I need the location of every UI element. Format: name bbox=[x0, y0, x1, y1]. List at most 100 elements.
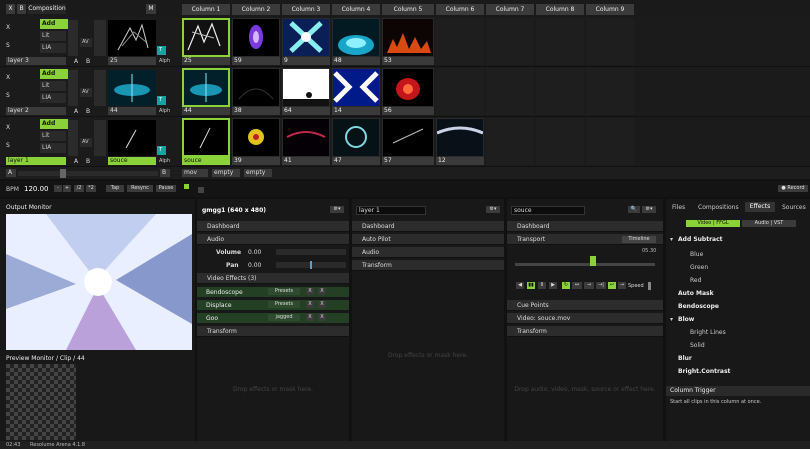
effect-remove-button[interactable]: X bbox=[318, 288, 326, 295]
clip-drop-zone[interactable]: Drop audio, video, mask, source or effec… bbox=[507, 386, 663, 393]
clip-l2-c4[interactable] bbox=[332, 68, 380, 107]
clip-l1-c6[interactable] bbox=[436, 118, 484, 157]
deck-tab-3[interactable]: empty bbox=[244, 169, 272, 177]
layer3-a-button[interactable]: A bbox=[74, 58, 78, 65]
layer2-lia-button[interactable]: LIA bbox=[40, 93, 66, 103]
clip-timeline-bar[interactable] bbox=[515, 263, 655, 266]
transport-mode-select[interactable]: Timeline bbox=[622, 236, 656, 243]
play-backward-button[interactable]: ◀ bbox=[516, 282, 524, 289]
play-once-hold-button[interactable]: →| bbox=[596, 282, 606, 289]
clip-l2-c3[interactable] bbox=[282, 68, 330, 107]
bounce-button[interactable]: ↔ bbox=[572, 282, 582, 289]
layer-x-button[interactable]: X bbox=[6, 74, 10, 81]
layer1-t-button[interactable]: T bbox=[157, 146, 166, 155]
volume-slider[interactable] bbox=[276, 249, 346, 255]
pause-clip-button[interactable]: ▮▮ bbox=[527, 282, 535, 289]
effect-remove-button[interactable]: X bbox=[318, 314, 326, 321]
crossfader-a[interactable]: A bbox=[6, 169, 16, 177]
layer-drop-zone[interactable]: Drop effects or mask here. bbox=[352, 352, 504, 359]
empty-cell[interactable] bbox=[486, 68, 534, 115]
layer1-lia-button[interactable]: LIA bbox=[40, 143, 66, 153]
effect-bypass-button[interactable]: X bbox=[306, 288, 314, 295]
direction-button[interactable]: ↩ bbox=[608, 282, 616, 289]
layer-audio-section[interactable]: Audio bbox=[352, 247, 504, 258]
layer-x-button[interactable]: X bbox=[6, 124, 10, 131]
layer2-t-button[interactable]: T bbox=[157, 96, 166, 105]
tab-files[interactable]: Files bbox=[672, 204, 685, 211]
effect-preset-select[interactable]: jagged bbox=[268, 314, 300, 321]
crossfader[interactable] bbox=[18, 171, 158, 176]
layer2-a-button[interactable]: A bbox=[74, 108, 78, 115]
empty-cell[interactable] bbox=[536, 18, 584, 65]
empty-cell[interactable] bbox=[486, 118, 534, 165]
crossfader-handle[interactable] bbox=[60, 169, 66, 178]
effect-item-auto-mask[interactable]: Auto Mask bbox=[678, 290, 714, 297]
effects-video-tab[interactable]: Video | FFGL bbox=[686, 220, 740, 227]
effect-item-bright-lines[interactable]: Bright Lines bbox=[690, 329, 726, 336]
layer2-opacity-fader[interactable] bbox=[68, 70, 78, 106]
effect-group-blow[interactable]: Blow bbox=[678, 316, 694, 323]
layer-s-button[interactable]: S bbox=[6, 142, 10, 149]
effect-bypass-button[interactable]: X bbox=[306, 314, 314, 321]
effects-audio-tab[interactable]: Audio | VST bbox=[742, 220, 796, 227]
deck-tab-1[interactable]: mov bbox=[182, 169, 208, 177]
empty-cell[interactable] bbox=[536, 118, 584, 165]
layer1-blend-select[interactable]: Add bbox=[40, 119, 68, 129]
comp-dashboard-section[interactable]: Dashboard bbox=[197, 221, 349, 232]
layer2-lit-button[interactable]: Lit bbox=[40, 81, 66, 91]
layer2-blend-select[interactable]: Add bbox=[40, 69, 68, 79]
comp-transform-section[interactable]: Transform bbox=[197, 326, 349, 337]
layer-transform-section[interactable]: Transform bbox=[352, 260, 504, 271]
clip-playhead[interactable] bbox=[590, 256, 596, 266]
direction-toggle-button[interactable]: → bbox=[618, 282, 626, 289]
layer3-b-button[interactable]: B bbox=[86, 58, 90, 65]
comp-b-button[interactable]: B bbox=[17, 4, 26, 14]
layer3-av-toggle[interactable]: AV bbox=[80, 38, 92, 47]
layer2-alpha-label[interactable]: Alph bbox=[159, 108, 170, 114]
clip-search-button[interactable]: 🔍 bbox=[628, 206, 640, 213]
layer3-alpha-label[interactable]: Alph bbox=[159, 58, 170, 64]
layer3-name[interactable]: layer 3 bbox=[6, 57, 66, 65]
clip-l3-c3[interactable] bbox=[282, 18, 330, 57]
play-forward-button[interactable]: ▶ bbox=[549, 282, 557, 289]
bpm-mul2-button[interactable]: *2 bbox=[86, 185, 96, 192]
column-header-1[interactable]: Column 1 bbox=[182, 4, 230, 15]
layer-name-input[interactable]: layer 1 bbox=[356, 206, 426, 215]
speed-slider[interactable] bbox=[648, 282, 651, 290]
effect-item-bendoscope[interactable]: Bendoscope bbox=[678, 303, 719, 310]
clip-transform-section[interactable]: Transform bbox=[507, 326, 663, 337]
clip-l3-c5[interactable] bbox=[382, 18, 434, 57]
layer2-master-fader[interactable] bbox=[94, 70, 106, 106]
layer-s-button[interactable]: S bbox=[6, 42, 10, 49]
column-header-3[interactable]: Column 3 bbox=[282, 4, 330, 15]
empty-cell[interactable] bbox=[586, 118, 634, 165]
crossfader-b[interactable]: B bbox=[160, 169, 170, 177]
loop-button[interactable]: ↻ bbox=[562, 282, 570, 289]
layer1-name[interactable]: layer 1 bbox=[6, 157, 66, 165]
clip-l2-c2[interactable] bbox=[232, 68, 280, 107]
tab-effects[interactable]: Effects bbox=[745, 202, 775, 212]
column-header-2[interactable]: Column 2 bbox=[232, 4, 280, 15]
tab-compositions[interactable]: Compositions bbox=[698, 204, 739, 211]
effect-item-red[interactable]: Red bbox=[690, 277, 701, 284]
effect-bypass-button[interactable]: X bbox=[306, 301, 314, 308]
column-header-4[interactable]: Column 4 bbox=[332, 4, 380, 15]
effect-preset-select[interactable]: Presets bbox=[268, 288, 300, 295]
pause-toggle-button[interactable]: II bbox=[538, 282, 546, 289]
column-header-7[interactable]: Column 7 bbox=[486, 4, 534, 15]
clip-l2-c1[interactable] bbox=[182, 68, 230, 107]
clip-video-section[interactable]: Video: souce.mov bbox=[507, 313, 663, 324]
effect-item-bright-contrast[interactable]: Bright.Contrast bbox=[678, 368, 730, 375]
pan-slider-handle[interactable] bbox=[310, 261, 312, 269]
layer2-name[interactable]: layer 2 bbox=[6, 107, 66, 115]
clip-l3-c4[interactable] bbox=[332, 18, 380, 57]
clip-l1-c5[interactable] bbox=[382, 118, 434, 157]
layer3-master-fader[interactable] bbox=[94, 20, 106, 56]
layer2-av-toggle[interactable]: AV bbox=[80, 88, 92, 97]
layer-autopilot-section[interactable]: Auto Pilot bbox=[352, 234, 504, 245]
bpm-value[interactable]: 120.00 bbox=[24, 185, 49, 193]
layer-x-button[interactable]: X bbox=[6, 24, 10, 31]
layer1-av-toggle[interactable]: AV bbox=[80, 138, 92, 147]
layer-s-button[interactable]: S bbox=[6, 92, 10, 99]
clip-dashboard-section[interactable]: Dashboard bbox=[507, 221, 663, 232]
